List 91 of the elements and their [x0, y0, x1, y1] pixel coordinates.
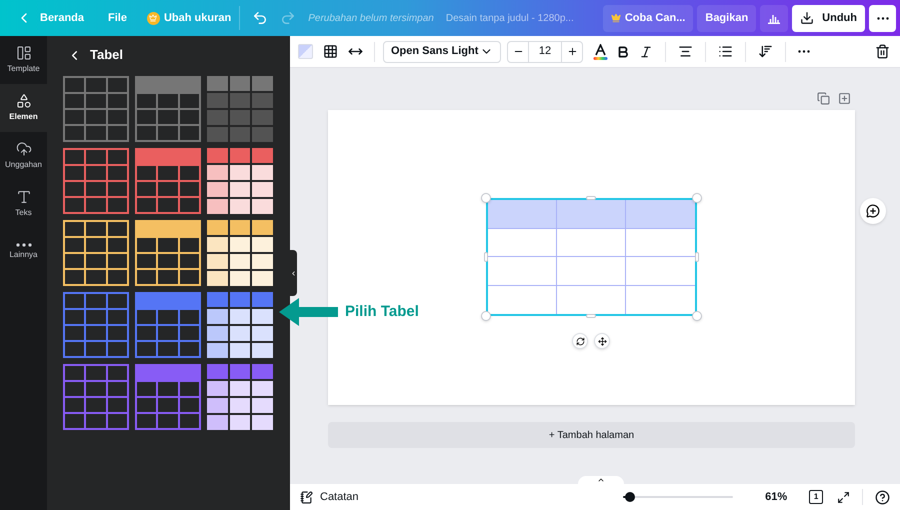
bold-button[interactable] [616, 44, 630, 58]
undo-icon [252, 10, 268, 26]
table-style-tile[interactable] [135, 76, 201, 142]
resize-handle[interactable] [692, 311, 702, 321]
add-page-button[interactable] [838, 92, 851, 104]
notes-button[interactable]: Catatan [300, 488, 359, 506]
crown-icon [146, 12, 160, 24]
table-color-button[interactable] [298, 44, 313, 59]
page-count-button[interactable]: 1 [809, 490, 824, 504]
move-icon [598, 336, 606, 346]
text-color-button[interactable] [593, 44, 608, 60]
download-button[interactable]: Unduh [792, 4, 865, 32]
insights-button[interactable] [760, 4, 788, 32]
side-handle[interactable] [586, 314, 596, 318]
notes-icon [300, 490, 313, 504]
comment-plus-icon [866, 204, 880, 218]
lines-arrow-icon [758, 44, 773, 59]
align-button[interactable] [678, 44, 693, 59]
move-button[interactable] [594, 333, 610, 349]
tab-icon [16, 189, 32, 205]
table-style-tile[interactable] [63, 76, 129, 142]
table-style-tile[interactable] [135, 292, 201, 358]
duplicate-page-button[interactable] [817, 92, 830, 104]
italic-button[interactable] [639, 44, 653, 58]
resize-handle[interactable] [481, 311, 491, 321]
side-handle[interactable] [695, 252, 699, 262]
font-size-field[interactable]: 12 [529, 43, 561, 60]
more-options-button[interactable] [798, 50, 810, 53]
crown-icon [610, 13, 621, 23]
tab-icon [16, 45, 32, 61]
rotate-button[interactable] [572, 333, 588, 349]
table-style-tile[interactable] [135, 364, 201, 430]
bold-icon [616, 44, 630, 58]
try-pro-button[interactable]: Coba Can... [602, 4, 694, 32]
plus-icon [566, 46, 578, 57]
collapse-panel-handle[interactable] [290, 250, 297, 296]
more-icon [876, 16, 888, 20]
fullscreen-icon [837, 490, 850, 504]
grid-icon [323, 44, 338, 59]
redo-icon [280, 10, 296, 26]
delete-button[interactable] [875, 44, 890, 59]
zoom-percent[interactable]: 61% [765, 488, 788, 506]
copy-icon [817, 92, 830, 104]
side-handle[interactable] [484, 252, 488, 262]
share-button[interactable]: Bagikan [697, 4, 756, 32]
table-style-tile[interactable] [207, 364, 273, 430]
tab-icon [16, 243, 32, 247]
help-button[interactable] [875, 490, 890, 504]
more-button[interactable] [869, 4, 896, 32]
tab-icon [16, 93, 32, 109]
table-style-tile[interactable] [207, 148, 273, 214]
list-button[interactable] [718, 44, 733, 59]
table-style-tile[interactable] [63, 148, 129, 214]
table-style-tile[interactable] [63, 364, 129, 430]
resize-handle[interactable] [692, 193, 702, 203]
text-color-icon [593, 44, 608, 60]
help-icon [875, 490, 890, 504]
tab-icon [16, 141, 32, 157]
table-style-tile[interactable] [135, 148, 201, 214]
side-handle[interactable] [586, 196, 596, 200]
table-style-tile[interactable] [207, 220, 273, 286]
more-icon [798, 50, 810, 53]
pointer-arrow [279, 298, 338, 326]
table-style-tile[interactable] [63, 292, 129, 358]
back-to-elements[interactable]: Tabel [67, 46, 123, 64]
list-icon [718, 44, 733, 59]
zoom-slider[interactable] [622, 492, 734, 502]
trash-icon [875, 44, 890, 59]
font-dropdown[interactable]: Open Sans Light [383, 40, 501, 62]
square-plus-icon [838, 92, 851, 104]
grid-button[interactable] [322, 43, 339, 60]
table-style-tile[interactable] [135, 220, 201, 286]
italic-icon [639, 44, 653, 58]
align-center-icon [678, 44, 693, 59]
resize-handle[interactable] [481, 193, 491, 203]
spacing-lines-button[interactable] [758, 44, 773, 59]
table-style-tile[interactable] [207, 292, 273, 358]
sidebar-tab[interactable]: Elemen [0, 84, 47, 132]
comment-button[interactable] [860, 198, 886, 224]
add-page-bar[interactable]: + Tambah halaman [328, 422, 855, 448]
chevron-left-icon [290, 270, 297, 276]
rotate-icon [576, 336, 584, 346]
fullscreen-button[interactable] [837, 490, 850, 504]
zoom-thumb[interactable] [625, 492, 636, 502]
save-status: Perubahan belum tersimpan [308, 12, 434, 26]
bar-chart-icon [767, 12, 782, 24]
table-style-tile[interactable] [207, 76, 273, 142]
annotation-label: Pilih Tabel [345, 302, 419, 322]
table-style-tile[interactable] [63, 220, 129, 286]
chevron-up-icon [597, 476, 605, 484]
download-icon [800, 11, 814, 25]
